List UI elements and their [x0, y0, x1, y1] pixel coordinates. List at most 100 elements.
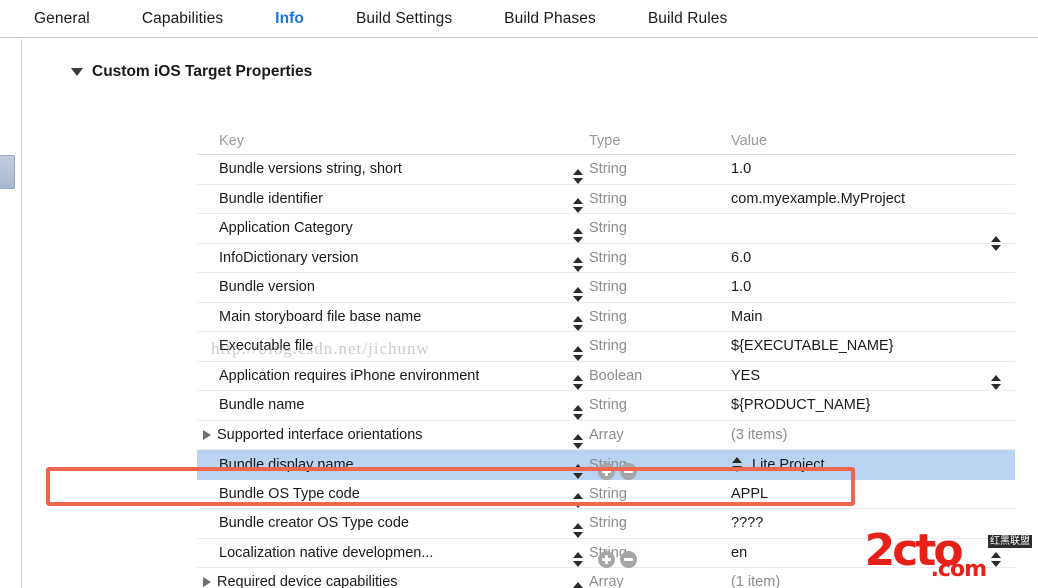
remove-row-button[interactable] [620, 551, 637, 568]
cell-type[interactable]: String [589, 279, 731, 295]
cell-value[interactable]: Main [731, 309, 1015, 325]
cell-key[interactable]: Bundle versions string, short [197, 161, 589, 177]
table-row[interactable]: Bundle OS Type code StringAPPL [197, 480, 1015, 510]
cell-value[interactable]: 6.0 [731, 250, 1015, 266]
cell-value[interactable]: Lite Project [731, 455, 1015, 475]
section-header-custom-ios-target-properties[interactable]: Custom iOS Target Properties [23, 39, 1038, 85]
remove-row-button[interactable] [620, 463, 637, 480]
column-header-key[interactable]: Key [197, 133, 589, 149]
table-row[interactable]: Bundle versionString1.0 [197, 273, 1015, 303]
key-stepper-control[interactable] [572, 402, 583, 422]
key-stepper-control[interactable] [572, 255, 583, 275]
cell-key[interactable]: InfoDictionary version [197, 250, 589, 266]
table-row[interactable]: Localization native developmen...Stringe… [197, 539, 1015, 569]
disclosure-triangle-open-icon[interactable] [71, 68, 83, 76]
table-row[interactable]: Bundle name String ${PRODUCT_NAME} [197, 391, 1015, 421]
cell-type[interactable]: String [589, 250, 731, 266]
value-stepper-control[interactable] [990, 373, 1001, 393]
tab-info[interactable]: Info [275, 10, 304, 28]
disclosure-triangle-closed-icon[interactable] [203, 577, 211, 587]
cell-key[interactable]: Bundle name [197, 397, 589, 413]
tab-capabilities[interactable]: Capabilities [142, 10, 223, 28]
disclosure-triangle-closed-icon[interactable] [203, 430, 211, 440]
tab-general[interactable]: General [34, 10, 90, 28]
cell-key[interactable]: Application Category [197, 220, 589, 236]
key-stepper-control[interactable] [572, 550, 583, 570]
cell-value[interactable]: APPL [731, 486, 1015, 502]
cell-value[interactable]: ${PRODUCT_NAME} [731, 397, 1015, 413]
table-row[interactable]: InfoDictionary versionString6.0 [197, 244, 1015, 274]
cell-value[interactable]: YES [731, 368, 1015, 384]
cell-value[interactable]: (1 item) [731, 574, 1015, 588]
cell-key[interactable]: Bundle version [197, 279, 589, 295]
add-row-button[interactable] [598, 551, 615, 568]
table-row[interactable]: Bundle versions string, shortString1.0 [197, 155, 1015, 185]
cell-key[interactable]: Localization native developmen... [197, 545, 589, 561]
key-stepper-control[interactable] [572, 284, 583, 304]
column-header-value[interactable]: Value [731, 133, 1015, 149]
cell-type[interactable]: String [589, 309, 731, 325]
key-stepper-control[interactable] [572, 166, 583, 186]
cell-key[interactable]: Main storyboard file base name [197, 309, 589, 325]
cell-type[interactable]: String [589, 191, 731, 207]
cell-value[interactable]: ???? [731, 515, 1015, 531]
value-stepper-control[interactable] [990, 550, 1001, 570]
key-stepper-control[interactable] [572, 432, 583, 452]
cell-type[interactable]: String [589, 161, 731, 177]
cell-type[interactable]: Boolean [589, 368, 731, 384]
cell-value[interactable]: en [731, 545, 1015, 561]
table-row[interactable]: Bundle identifier Stringcom.myexample.MyP… [197, 185, 1015, 215]
table-row[interactable]: Application CategoryString [197, 214, 1015, 244]
cell-key[interactable]: Supported interface orientations [197, 427, 589, 443]
key-stepper-control[interactable] [572, 343, 583, 363]
cell-key[interactable]: Bundle creator OS Type code [197, 515, 589, 531]
type-label: String [589, 397, 627, 413]
plist-table: Key Type Value Bundle versions string, s… [197, 125, 1015, 588]
column-header-type[interactable]: Type [589, 133, 731, 149]
add-row-button[interactable] [598, 463, 615, 480]
tab-build-settings[interactable]: Build Settings [356, 10, 452, 28]
table-row[interactable]: Application requires iPhone environmentB… [197, 362, 1015, 392]
cell-type[interactable]: String [589, 515, 731, 531]
cell-key[interactable]: Bundle display name [197, 457, 589, 473]
cell-type[interactable]: Array [589, 574, 731, 588]
cell-key[interactable]: Executable file [197, 338, 589, 354]
navigator-scroll-nub[interactable] [0, 155, 15, 189]
cell-value[interactable]: 1.0 [731, 161, 1015, 177]
cell-key[interactable]: Application requires iPhone environment [197, 368, 589, 384]
cell-value[interactable]: com.myexample.MyProject [731, 191, 1015, 207]
key-label: Bundle OS Type code [219, 486, 360, 502]
table-row[interactable]: Supported interface orientationsArray (3 … [197, 421, 1015, 451]
cell-value[interactable]: (3 items) [731, 427, 1015, 443]
cell-key[interactable]: Required device capabilities [197, 574, 589, 588]
key-stepper-control[interactable] [572, 314, 583, 334]
cell-type[interactable]: String [589, 397, 731, 413]
cell-type[interactable]: String [589, 220, 731, 236]
value-stepper-control[interactable] [731, 455, 742, 475]
key-stepper-control[interactable] [572, 373, 583, 393]
value-label: 1.0 [731, 161, 751, 177]
cell-key[interactable]: Bundle OS Type code [197, 486, 589, 502]
tab-build-phases[interactable]: Build Phases [504, 10, 596, 28]
key-stepper-control[interactable] [572, 520, 583, 540]
key-label: Bundle name [219, 397, 304, 413]
cell-type[interactable]: Array [589, 427, 731, 443]
tab-build-rules[interactable]: Build Rules [648, 10, 728, 28]
table-row[interactable]: Required device capabilitiesArray(1 item… [197, 568, 1015, 588]
cell-type[interactable]: String [589, 486, 731, 502]
row-add-remove-controls [593, 463, 637, 480]
key-stepper-control[interactable] [572, 196, 583, 216]
cell-value[interactable]: ${EXECUTABLE_NAME} [731, 338, 1015, 354]
cell-key[interactable]: Bundle identifier [197, 191, 589, 207]
key-stepper-control[interactable] [572, 225, 583, 245]
table-row[interactable]: Main storyboard file base nameStringMain [197, 303, 1015, 333]
key-label: Bundle identifier [219, 191, 323, 207]
table-row[interactable]: Bundle display nameStringLite Project [197, 450, 1015, 480]
table-row[interactable]: Bundle creator OS Type codeString???? [197, 509, 1015, 539]
type-label: Array [589, 427, 624, 443]
cell-type[interactable]: String [589, 338, 731, 354]
cell-value[interactable]: 1.0 [731, 279, 1015, 295]
key-stepper-control[interactable] [572, 579, 583, 588]
table-row[interactable]: Executable fileString${EXECUTABLE_NAME} [197, 332, 1015, 362]
key-stepper-control[interactable] [572, 491, 583, 511]
